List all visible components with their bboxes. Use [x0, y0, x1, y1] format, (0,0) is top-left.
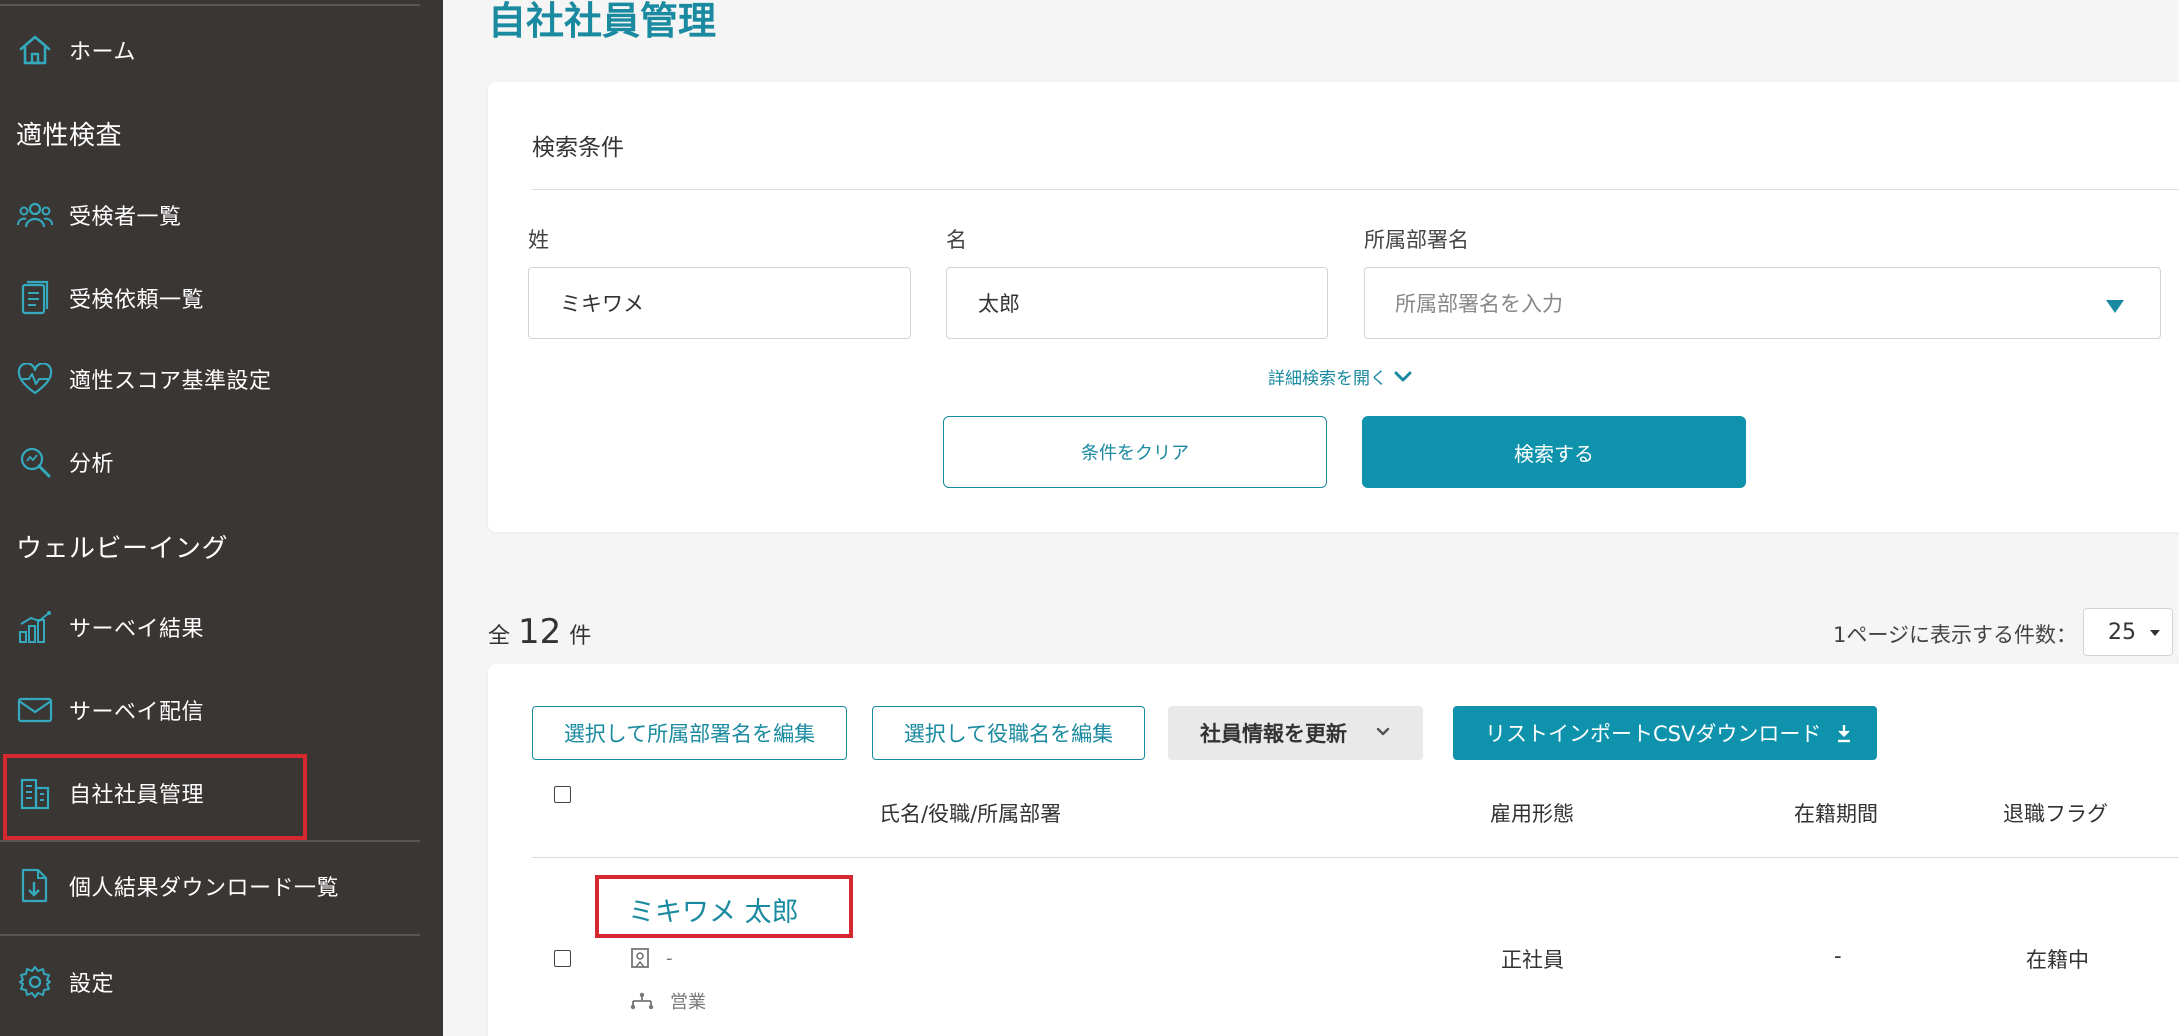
edit-dept-button[interactable]: 選択して所属部署名を編集 — [532, 706, 847, 760]
edit-title-button[interactable]: 選択して役職名を編集 — [872, 706, 1145, 760]
sidebar-item-score-settings[interactable]: 適性スコア基準設定 — [0, 348, 420, 410]
divider — [532, 189, 2179, 190]
dept-placeholder: 所属部署名を入力 — [1395, 292, 1563, 316]
badge-icon — [631, 948, 649, 968]
sidebar-item-download-list[interactable]: 個人結果ダウンロード一覧 — [0, 855, 420, 917]
advanced-search-label: 詳細検索を開く — [1268, 369, 1387, 389]
divider — [532, 857, 2179, 858]
sidebar-item-label: 設定 — [69, 972, 115, 997]
sidebar-item-label: サーベイ結果 — [69, 617, 205, 642]
sidebar-item-label: 適性スコア基準設定 — [69, 369, 272, 394]
sidebar: ホーム 適性検査 受検者一覧 受検依頼一覧 適性スコア基準設定 分析 ウェルビー… — [0, 0, 443, 1036]
download-icon — [1838, 725, 1850, 743]
page-title: 自社社員管理 — [488, 0, 717, 43]
sidebar-section-aptitude: 適性検査 — [16, 121, 123, 151]
users-icon — [15, 195, 55, 235]
dropdown-triangle-icon — [2106, 300, 2124, 313]
search-heading: 検索条件 — [532, 135, 624, 161]
sidebar-divider — [0, 840, 420, 842]
dept-select[interactable]: 所属部署名を入力 — [1364, 267, 2161, 339]
sidebar-item-label: 個人結果ダウンロード一覧 — [69, 876, 340, 901]
sidebar-item-label: 分析 — [69, 452, 115, 477]
sidebar-item-label: 受検依頼一覧 — [69, 288, 205, 313]
employee-dept-text: 営業 — [670, 992, 706, 1013]
sidebar-divider — [0, 4, 420, 6]
first-name-label: 名 — [946, 228, 967, 252]
magnifier-chart-icon — [15, 442, 55, 482]
row-checkbox[interactable] — [554, 950, 571, 967]
employee-dept: 営業 — [630, 988, 706, 1014]
sidebar-item-survey-results[interactable]: サーベイ結果 — [0, 596, 420, 658]
col-header-employment: 雇用形態 — [1490, 802, 1574, 826]
csv-download-button[interactable]: リストインポートCSVダウンロード — [1453, 706, 1877, 760]
gear-icon — [15, 962, 55, 1002]
col-header-name: 氏名/役職/所属部署 — [879, 802, 1062, 826]
result-count: 全 12 件 — [488, 612, 591, 652]
search-button[interactable]: 検索する — [1362, 416, 1746, 488]
sidebar-item-home[interactable]: ホーム — [0, 19, 420, 81]
per-page-value: 25 — [2108, 619, 2136, 645]
last-name-label: 姓 — [528, 228, 549, 252]
chevron-down-icon — [1376, 727, 1390, 736]
col-header-retired: 退職フラグ — [2003, 802, 2108, 826]
tenure: - — [1834, 944, 1842, 968]
bar-chart-icon — [15, 607, 55, 647]
sidebar-item-survey-delivery[interactable]: サーベイ配信 — [0, 679, 420, 741]
sidebar-item-request-list[interactable]: 受検依頼一覧 — [0, 267, 420, 329]
sidebar-item-label: サーベイ配信 — [69, 700, 205, 725]
sidebar-item-label: 受検者一覧 — [69, 205, 182, 230]
col-header-tenure: 在籍期間 — [1794, 802, 1878, 826]
count-suffix: 件 — [569, 624, 592, 649]
employee-title: - — [630, 947, 673, 969]
first-name-input[interactable] — [946, 267, 1328, 339]
advanced-search-link[interactable]: 詳細検索を開く — [1268, 364, 1413, 389]
highlight-annotation — [3, 754, 307, 840]
count-prefix: 全 — [488, 624, 511, 649]
per-page-select[interactable]: 25 — [2083, 608, 2173, 656]
update-info-button[interactable]: 社員情報を更新 — [1168, 706, 1423, 760]
sidebar-item-label: ホーム — [69, 40, 136, 65]
heart-pulse-icon — [15, 359, 55, 399]
csv-download-label: リストインポートCSVダウンロード — [1485, 722, 1822, 746]
sidebar-item-examinee-list[interactable]: 受検者一覧 — [0, 184, 420, 246]
dept-label: 所属部署名 — [1364, 228, 1469, 252]
search-panel: 検索条件 姓 名 所属部署名 所属部署名を入力 詳細検索を開く 条件をクリア 検… — [488, 82, 2179, 532]
employee-list-panel: 選択して所属部署名を編集 選択して役職名を編集 社員情報を更新 リストインポート… — [488, 664, 2179, 1036]
retired-status: 在籍中 — [2026, 948, 2089, 972]
sidebar-section-wellbeing: ウェルビーイング — [16, 534, 229, 564]
home-icon — [15, 30, 55, 70]
envelope-icon — [15, 690, 55, 730]
highlight-annotation — [595, 875, 853, 938]
clear-button[interactable]: 条件をクリア — [943, 416, 1327, 488]
caret-down-icon — [2150, 630, 2160, 636]
employee-title-text: - — [666, 947, 673, 969]
chevron-down-icon — [1394, 371, 1412, 381]
employment-type: 正社員 — [1501, 948, 1564, 972]
file-download-icon — [15, 866, 55, 906]
count-number: 12 — [518, 612, 562, 652]
sidebar-item-analysis[interactable]: 分析 — [0, 431, 420, 493]
select-all-checkbox[interactable] — [554, 786, 571, 803]
sidebar-item-settings[interactable]: 設定 — [0, 951, 420, 1013]
org-chart-icon — [630, 992, 654, 1010]
document-icon — [15, 278, 55, 318]
update-info-label: 社員情報を更新 — [1200, 722, 1347, 746]
last-name-input[interactable] — [528, 267, 911, 339]
per-page-label: 1ページに表示する件数： — [1833, 623, 2077, 647]
sidebar-divider — [0, 934, 420, 936]
